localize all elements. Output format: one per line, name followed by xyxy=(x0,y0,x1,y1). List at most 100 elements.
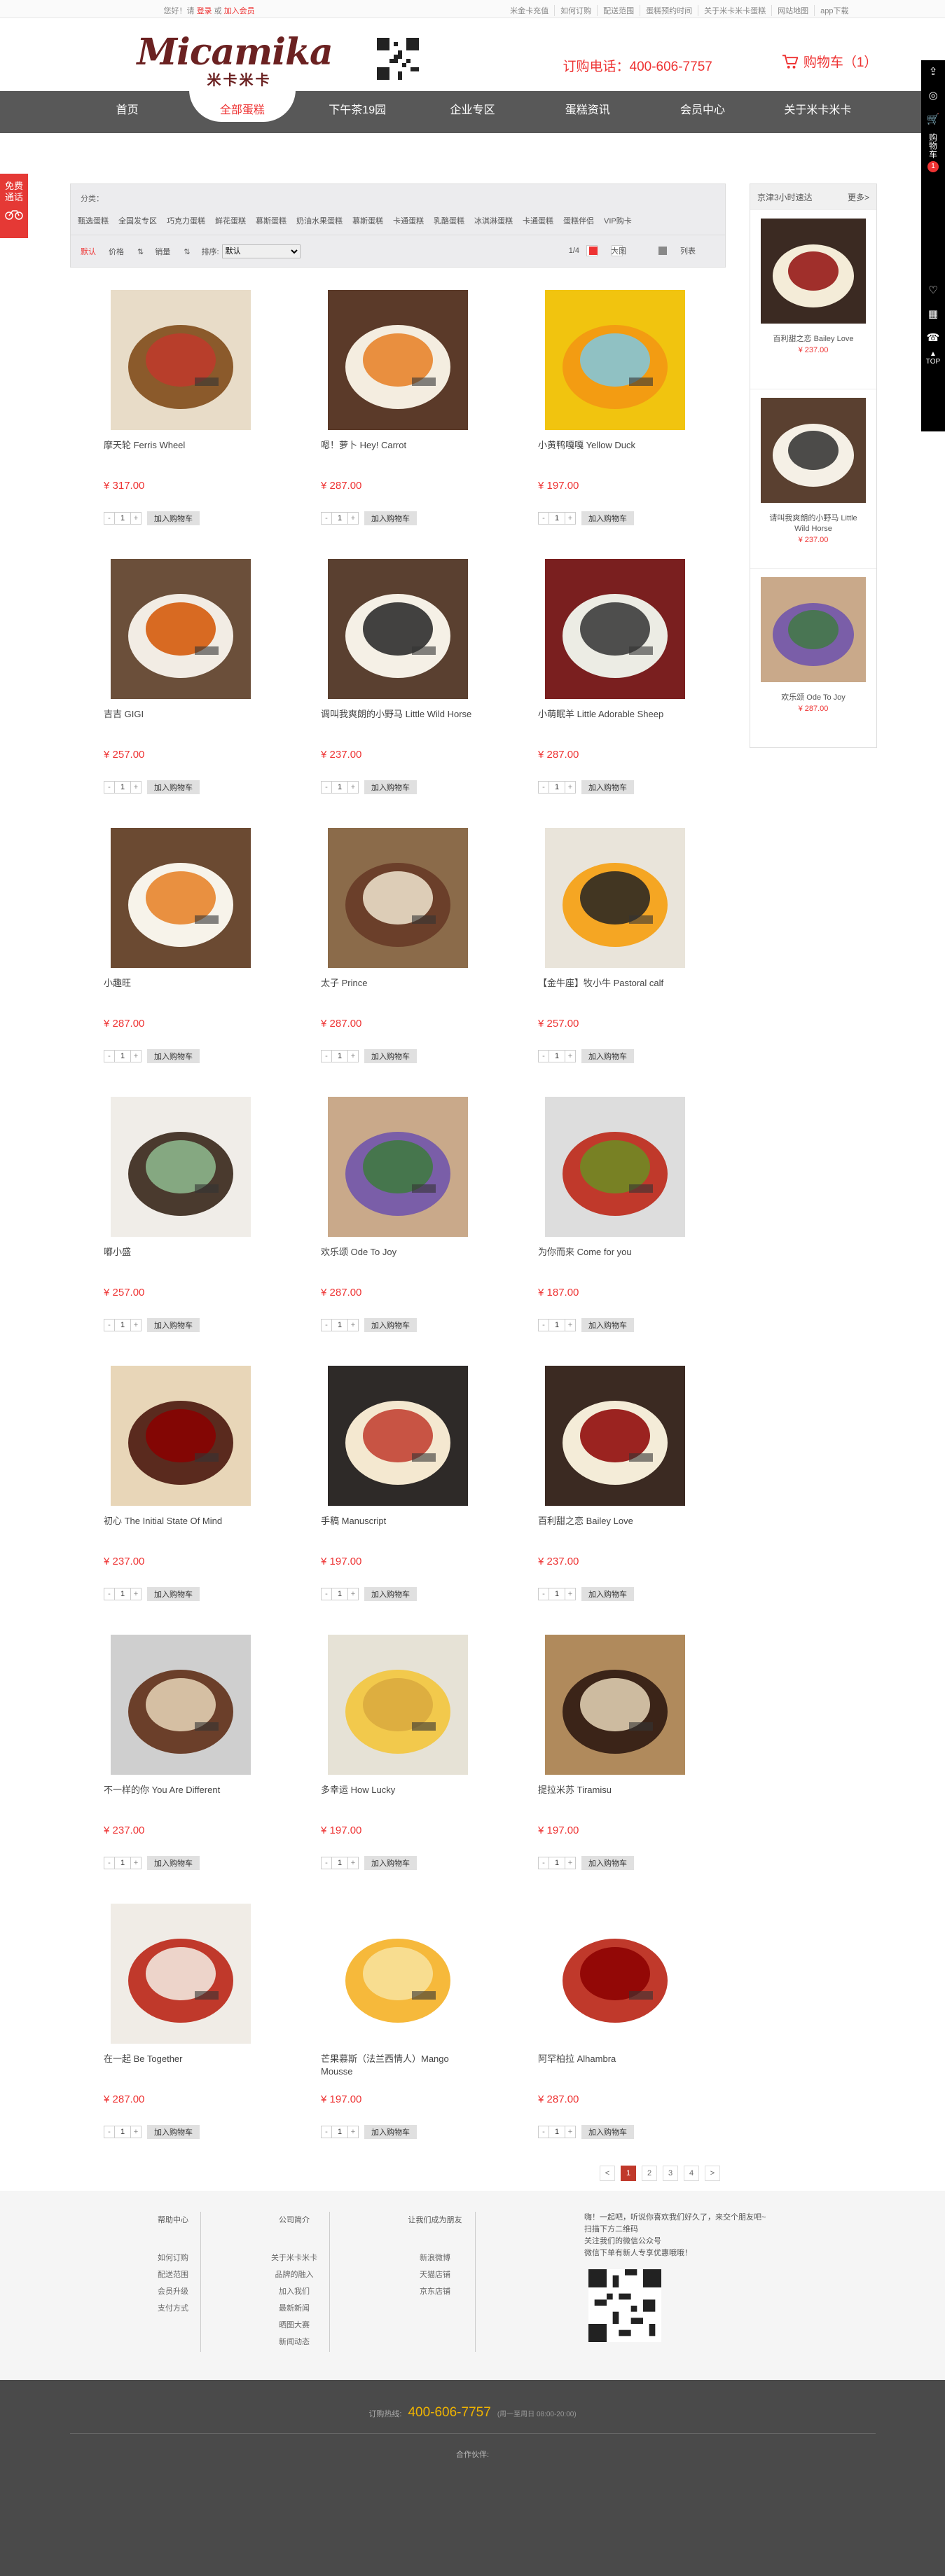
qty-minus-button[interactable]: - xyxy=(104,2126,114,2138)
nav-home[interactable]: 首页 xyxy=(70,91,185,133)
top-link-booking[interactable]: 蛋糕预约时间 xyxy=(640,5,698,16)
qty-minus-button[interactable]: - xyxy=(322,2126,331,2138)
category-link[interactable]: VIP购卡 xyxy=(604,215,632,235)
category-link[interactable]: 蛋糕伴侣 xyxy=(563,215,594,235)
phone-icon[interactable]: ☎ xyxy=(921,326,945,350)
qty-plus-button[interactable]: + xyxy=(348,1320,358,1331)
qty-input[interactable]: 1 xyxy=(114,2126,131,2138)
add-to-cart-button[interactable]: 加入购物车 xyxy=(581,2125,634,2139)
category-link[interactable]: 卡通蛋糕 xyxy=(523,215,553,235)
qr-icon[interactable]: ▦ xyxy=(921,303,945,326)
add-to-cart-button[interactable]: 加入购物车 xyxy=(147,1049,200,1063)
qty-minus-button[interactable]: - xyxy=(539,513,549,524)
footer-link[interactable]: 新闻动态 xyxy=(266,2334,322,2350)
add-to-cart-button[interactable]: 加入购物车 xyxy=(364,2125,417,2139)
qty-minus-button[interactable]: - xyxy=(104,1857,114,1869)
product-name[interactable]: 手稿 Manuscript xyxy=(321,1515,482,1540)
add-to-cart-button[interactable]: 加入购物车 xyxy=(364,780,417,794)
qty-plus-button[interactable]: + xyxy=(348,1857,358,1869)
product-name[interactable]: 在一起 Be Together xyxy=(104,2053,265,2078)
footer-link[interactable]: 晒图大赛 xyxy=(266,2317,322,2334)
footer-link[interactable]: 关于米卡米卡 xyxy=(266,2250,322,2266)
add-to-cart-button[interactable]: 加入购物车 xyxy=(581,1318,634,1332)
sort-default[interactable]: 默认 xyxy=(81,246,96,257)
qty-plus-button[interactable]: + xyxy=(131,1320,141,1331)
qty-input[interactable]: 1 xyxy=(331,1320,348,1331)
add-to-cart-button[interactable]: 加入购物车 xyxy=(147,2125,200,2139)
qty-input[interactable]: 1 xyxy=(114,1588,131,1600)
qty-input[interactable]: 1 xyxy=(549,2126,565,2138)
add-to-cart-button[interactable]: 加入购物车 xyxy=(364,1049,417,1063)
qty-input[interactable]: 1 xyxy=(549,1051,565,1062)
sidebar-cart-label[interactable]: 购物车 xyxy=(927,132,939,160)
sidebar-cart-icon[interactable]: 🛒 xyxy=(921,108,945,132)
nav-enterprise[interactable]: 企业专区 xyxy=(415,91,530,133)
footer-link[interactable]: 会员升级 xyxy=(149,2283,198,2300)
footer-link[interactable]: 加入我们 xyxy=(266,2283,322,2300)
qty-minus-button[interactable]: - xyxy=(322,1857,331,1869)
logo[interactable]: Micamika 米卡米卡 xyxy=(137,31,333,94)
product-name[interactable]: 嗯！萝卜 Hey! Carrot xyxy=(321,439,482,464)
footer-link[interactable]: 如何订购 xyxy=(149,2250,198,2266)
nav-all-cakes[interactable]: 全部蛋糕 xyxy=(185,90,300,133)
recommend-item[interactable]: 欢乐颂 Ode To Joy ¥ 287.00 xyxy=(750,568,876,747)
qty-plus-button[interactable]: + xyxy=(565,2126,575,2138)
footer-link[interactable]: 支付方式 xyxy=(149,2300,198,2317)
add-to-cart-button[interactable]: 加入购物车 xyxy=(364,1856,417,1870)
product-name[interactable]: 初心 The Initial State Of Mind xyxy=(104,1515,265,1540)
pager-next[interactable]: > xyxy=(705,2166,720,2181)
top-link-recharge[interactable]: 米金卡充值 xyxy=(504,5,554,16)
category-link[interactable]: 卡通蛋糕 xyxy=(393,215,424,235)
product-image[interactable] xyxy=(545,828,685,968)
recommend-item[interactable]: 请叫我爽朗的小野马 Little Wild Horse ¥ 237.00 xyxy=(750,389,876,568)
qty-input[interactable]: 1 xyxy=(331,1051,348,1062)
qty-plus-button[interactable]: + xyxy=(565,1051,575,1062)
product-image[interactable] xyxy=(328,1904,468,2044)
footer-link[interactable]: 京东店铺 xyxy=(403,2283,467,2300)
sort-sales[interactable]: 销量 ⇅ xyxy=(155,246,190,257)
footer-link[interactable]: 配送范围 xyxy=(149,2266,198,2283)
qty-input[interactable]: 1 xyxy=(549,1588,565,1600)
service-icon[interactable]: ◎ xyxy=(921,84,945,108)
qty-input[interactable]: 1 xyxy=(331,2126,348,2138)
product-image[interactable] xyxy=(328,1097,468,1237)
favorite-icon[interactable]: ♡ xyxy=(921,279,945,303)
product-name[interactable]: 多幸运 How Lucky xyxy=(321,1784,482,1809)
qty-minus-button[interactable]: - xyxy=(539,2126,549,2138)
login-link[interactable]: 登录 xyxy=(197,7,212,15)
recommend-name[interactable]: 请叫我爽朗的小野马 Little Wild Horse xyxy=(750,513,876,534)
product-name[interactable]: 芒果慕斯（法兰西情人）Mango Mousse xyxy=(321,2053,482,2078)
qty-input[interactable]: 1 xyxy=(331,782,348,793)
product-name[interactable]: 太子 Prince xyxy=(321,977,482,1002)
product-image[interactable] xyxy=(545,1366,685,1506)
category-link[interactable]: 全国发专区 xyxy=(118,215,157,235)
product-name[interactable]: 为你而来 Come for you xyxy=(538,1246,699,1271)
product-image[interactable] xyxy=(111,559,251,699)
category-link[interactable]: 奶油水果蛋糕 xyxy=(296,215,343,235)
category-link[interactable]: 鲜花蛋糕 xyxy=(215,215,246,235)
free-call-button[interactable]: 免费通话 xyxy=(0,174,28,238)
qty-minus-button[interactable]: - xyxy=(104,1320,114,1331)
add-to-cart-button[interactable]: 加入购物车 xyxy=(364,1587,417,1601)
footer-link[interactable]: 最新新闻 xyxy=(266,2300,322,2317)
qty-input[interactable]: 1 xyxy=(549,782,565,793)
qty-plus-button[interactable]: + xyxy=(565,1588,575,1600)
qty-input[interactable]: 1 xyxy=(114,1051,131,1062)
top-link-delivery[interactable]: 配送范围 xyxy=(597,5,640,16)
product-image[interactable] xyxy=(328,290,468,430)
qty-plus-button[interactable]: + xyxy=(348,2126,358,2138)
product-name[interactable]: 小黄鸭嘎嘎 Yellow Duck xyxy=(538,439,699,464)
qty-plus-button[interactable]: + xyxy=(131,1051,141,1062)
qty-plus-button[interactable]: + xyxy=(131,1588,141,1600)
product-name[interactable]: 阿罕柏拉 Alhambra xyxy=(538,2053,699,2078)
product-image[interactable] xyxy=(328,828,468,968)
recommend-name[interactable]: 百利甜之恋 Bailey Love xyxy=(750,334,876,345)
top-link-howto[interactable]: 如何订购 xyxy=(554,5,597,16)
qty-plus-button[interactable]: + xyxy=(131,513,141,524)
qty-plus-button[interactable]: + xyxy=(348,513,358,524)
add-to-cart-button[interactable]: 加入购物车 xyxy=(581,1049,634,1063)
qty-input[interactable]: 1 xyxy=(114,1857,131,1869)
recommend-more[interactable]: 更多> xyxy=(848,191,869,203)
pager-prev[interactable]: < xyxy=(600,2166,615,2181)
qty-input[interactable]: 1 xyxy=(114,782,131,793)
